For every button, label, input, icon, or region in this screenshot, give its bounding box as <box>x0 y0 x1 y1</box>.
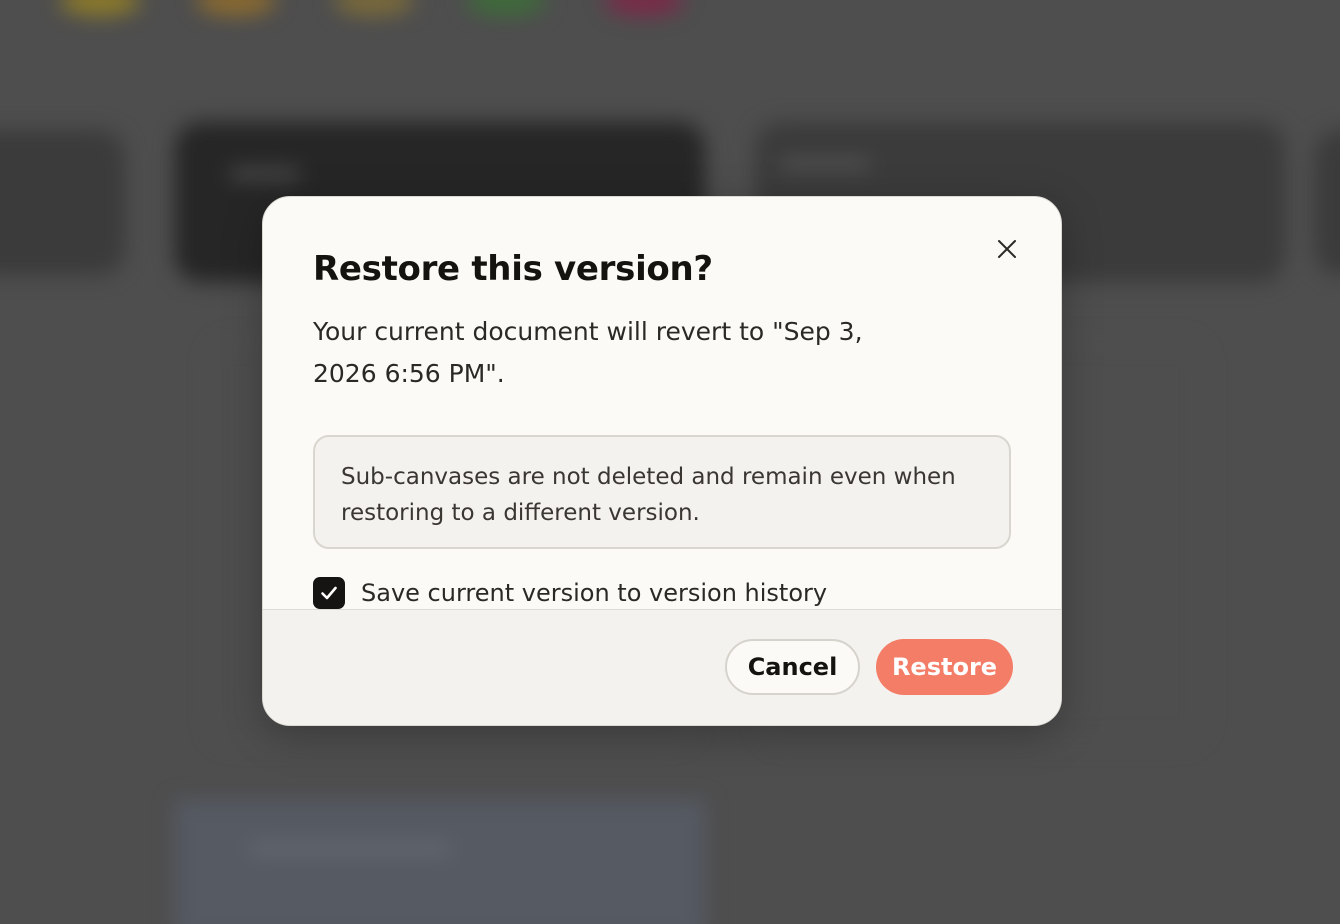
background-text-line <box>230 170 300 178</box>
background-text-line <box>780 160 870 168</box>
restore-button[interactable]: Restore <box>876 639 1013 695</box>
save-version-checkbox-row[interactable]: Save current version to version history <box>313 577 827 609</box>
close-button[interactable] <box>991 235 1023 267</box>
background-color-swatch <box>196 0 276 16</box>
save-version-label: Save current version to version history <box>361 579 828 607</box>
background-color-swatch <box>334 0 414 16</box>
restore-version-dialog: Restore this version? Your current docum… <box>262 196 1062 726</box>
background-color-swatch <box>604 0 684 16</box>
background-card <box>0 130 125 275</box>
dialog-description: Your current document will revert to "Se… <box>313 317 863 388</box>
info-note: Sub-canvases are not deleted and remain … <box>313 435 1011 549</box>
cancel-button[interactable]: Cancel <box>725 639 860 695</box>
page: Restore this version? Your current docum… <box>0 0 1340 924</box>
background-card <box>1315 130 1340 275</box>
background-text-line <box>250 845 450 853</box>
checkmark-icon <box>321 586 337 600</box>
background-bottom-area <box>175 800 705 924</box>
dialog-title: Restore this version? <box>313 249 713 289</box>
background-color-swatch <box>466 0 546 16</box>
save-version-checkbox[interactable] <box>313 577 345 609</box>
close-icon <box>997 239 1017 263</box>
background-color-swatch <box>60 0 140 16</box>
dialog-footer: Cancel Restore <box>263 609 1061 725</box>
